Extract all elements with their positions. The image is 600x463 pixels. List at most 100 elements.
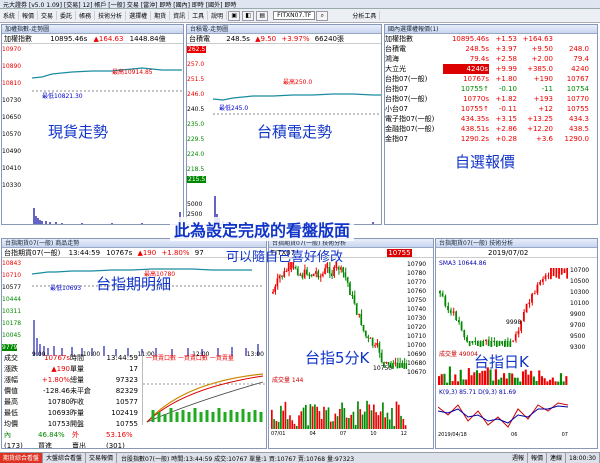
status-weekly[interactable]: 週報 — [509, 453, 529, 463]
analysis-tools-menu[interactable]: 分析工具 — [349, 11, 381, 20]
watchlist-row[interactable]: 加權指數 10895.46s +1.53 +164.63 — [385, 34, 597, 44]
y-tick: 10890 — [2, 63, 22, 70]
tab-futures-overview[interactable]: 期貨綜合看盤 — [0, 453, 44, 463]
y-tick: 10570 — [2, 131, 22, 138]
menu-item-system[interactable]: 系統 — [0, 11, 20, 20]
row-change: -11 — [541, 85, 553, 93]
cell: 內 — [4, 431, 11, 439]
low-label: 最低10821.30 — [42, 93, 83, 100]
cell: 賣出 — [72, 442, 86, 449]
cell: 46.84% — [38, 431, 65, 439]
y-tick: 10311 — [2, 308, 22, 315]
menu-item-account[interactable]: 帳務 — [76, 11, 96, 20]
detail-row: 成交 10767s 時間 13:44:59 — [4, 353, 140, 364]
detail-label: 昨量 — [70, 409, 84, 417]
row-name: 鴻海 — [385, 55, 399, 63]
book-row: (173) 買進 賣出 (301) — [4, 441, 140, 449]
futures-panel: 台指期貨07(一般) 商品走勢 台指期貨07(一般) 13:44:59 1076… — [1, 238, 267, 449]
row-change: +12 — [538, 105, 553, 113]
detail-value: 10780 — [47, 398, 70, 406]
watchlist-row[interactable]: 台指07(一般) 10770s +1.82 +193 10770 — [385, 94, 597, 104]
row-price: 1290.2s — [460, 135, 489, 143]
vol-tick: 5000 — [187, 201, 203, 208]
row-change: +190 — [533, 75, 553, 83]
row-pct: +1.82 — [495, 95, 517, 103]
detail-label: 時間 — [70, 354, 84, 362]
cell: 買進 — [38, 442, 52, 449]
row-price: 79.4s — [469, 55, 489, 63]
watchlist-row[interactable]: 台指07(一般) 10767s +1.80 +190 10767 — [385, 74, 597, 84]
y-tick: 10178 — [2, 320, 22, 327]
menu-item-futures[interactable]: 期貨 — [151, 11, 171, 20]
menu-item-order[interactable]: 委託 — [57, 11, 77, 20]
y-axis: 10790 10780 10770 10760 10750 10740 1073… — [407, 261, 433, 431]
callout-futures: 台指期明細 — [96, 275, 172, 293]
row-price: 434.35s — [460, 115, 489, 123]
row-change: +193 — [533, 95, 553, 103]
row-pct: +3.15 — [495, 115, 517, 123]
book-row: 內 46.84% 外 53.16% — [4, 430, 140, 441]
watchlist-row[interactable]: 電子指07(一般) 434.35s +3.15 +13.25 434.3 — [385, 114, 597, 124]
row-change: +13.25 — [527, 115, 553, 123]
detail-row: 最低 10693 昨量 102419 — [4, 408, 140, 419]
symbol-name: 加權指數 — [4, 35, 32, 43]
y-tick: 9700 — [570, 322, 586, 329]
y-axis: 10970 10890 10810 10730 10650 10570 1049… — [2, 46, 32, 211]
row-last: 1290.0 — [564, 135, 590, 143]
menu-item-options[interactable]: 選擇權 — [126, 11, 152, 20]
toolbar-icon-3[interactable]: ▤ — [256, 10, 269, 21]
menu-item-technical[interactable]: 技術分析 — [95, 11, 127, 20]
watchlist-row[interactable]: 台指07 10755↑ -0.10 -11 10754 — [385, 84, 597, 94]
detail-row: 漲幅 +1.80% 總量 97323 — [4, 375, 140, 386]
y-axis: 262.5 257.0 251.5 246.0 240.5 235.0 229.… — [187, 46, 213, 218]
daily-candles — [439, 268, 568, 347]
layout-subbanner: 可以隨自己喜好修改 — [226, 250, 344, 265]
detail-row: 價值 -128.46 未平倉 82329 — [4, 386, 140, 397]
detail-value: +1.80% — [41, 376, 70, 384]
menu-item-trade[interactable]: 交易 — [38, 11, 58, 20]
low-label: 最低10693 — [50, 285, 82, 292]
row-price: 10767s — [463, 75, 489, 83]
y-tick: 246.0 — [187, 91, 205, 98]
watchlist-row[interactable]: 小台07 10755↑ -0.11 +12 10755 — [385, 104, 597, 114]
watchlist-row[interactable]: 金融指07(一般) 438.51s +2.86 +12.20 438.5 — [385, 124, 597, 134]
search-icon[interactable]: ⌕ — [316, 10, 329, 21]
tab-market-overview[interactable]: 大盤綜合看盤 — [43, 453, 87, 463]
low-mark: 9998 — [506, 319, 522, 326]
status-clock: 18:00:30 — [566, 453, 600, 463]
row-last: 438.5 — [568, 125, 589, 133]
y-tick: 9300 — [570, 344, 586, 351]
menu-item-info[interactable]: 資訊 — [170, 11, 190, 20]
quote-line: 台積電 248.5s ▲9.50 +3.97% 66240張 — [187, 34, 381, 44]
pct: +1.80% — [161, 249, 190, 257]
toolbar-icon-1[interactable]: ▣ — [228, 10, 241, 21]
price: 248.5s — [226, 35, 250, 43]
detail-value: 10755 — [115, 420, 138, 428]
x-tick: 07 — [339, 431, 347, 437]
futures-detail-table: 成交 10767s 時間 13:44:59 漲跌 ▲190 單量 17 漲幅 +1.80% 總量 97… — [4, 353, 140, 449]
menu-item-quote[interactable]: 報價 — [19, 11, 39, 20]
row-price: 4240s — [443, 64, 489, 74]
detail-value: ▲190 — [51, 365, 70, 373]
price: 10895.46s — [50, 35, 88, 43]
callout-daily: 台指日K — [474, 353, 529, 371]
symbol-input[interactable]: FITXN07.TF — [273, 11, 316, 20]
tab-trade-quote[interactable]: 交易報價 — [86, 453, 118, 463]
detail-value: 97323 — [115, 376, 138, 384]
watchlist-row[interactable]: 大立光 4240s +9.99 +385.0 4240 — [385, 64, 597, 74]
toolbar-icon-2[interactable]: ◧ — [242, 10, 255, 21]
row-change: +12.20 — [527, 125, 553, 133]
menu-item-tools[interactable]: 工具 — [189, 11, 209, 20]
detail-label: 開盤 — [70, 420, 84, 428]
watchlist-row[interactable]: 台積電 248.5s +3.97 +9.50 248.0 — [385, 44, 597, 54]
row-pct: -0.11 — [498, 105, 517, 113]
callout-watchlist: 自選報價 — [455, 153, 516, 171]
y-tick: 10710 — [407, 333, 427, 340]
y-tick: 10330 — [2, 182, 22, 189]
menu-item-help[interactable]: 說明 — [208, 11, 228, 20]
watchlist-row[interactable]: 金指07 1290.2s +0.28 +3.6 1290.0 — [385, 134, 597, 144]
watchlist-panel: 國內選擇權報價(1) 加權指數 10895.46s +1.53 +164.63 台積電 2… — [384, 24, 598, 225]
status-quote[interactable]: 報價 — [528, 453, 548, 463]
watchlist-row[interactable]: 鴻海 79.4s +2.58 +2.00 79.4 — [385, 54, 597, 64]
ma-label: SMA3 10644.86 — [439, 260, 487, 267]
